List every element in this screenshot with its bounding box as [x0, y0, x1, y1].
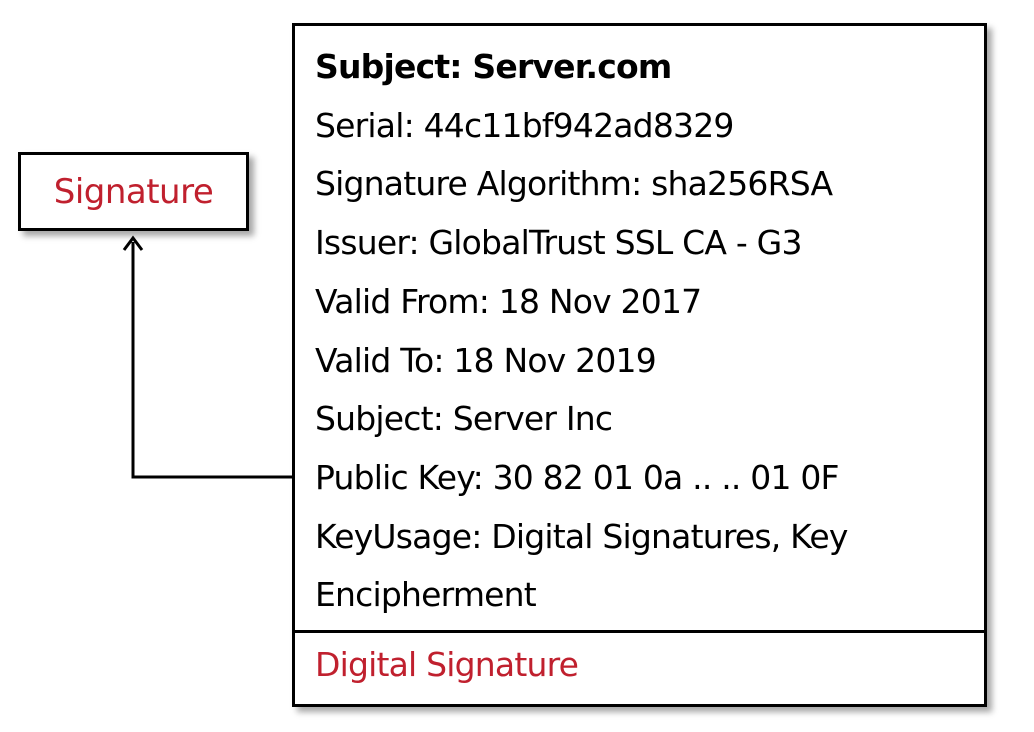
- certificate-fields: Subject: Server.com Serial: 44c11bf942ad…: [315, 38, 974, 625]
- cert-field-valid-to: Valid To: 18 Nov 2019: [315, 340, 657, 380]
- cert-field-signature-algorithm: Signature Algorithm: sha256RSA: [315, 164, 833, 204]
- cert-field-key-usage-cont: Encipherment: [315, 575, 537, 615]
- section-divider: [295, 630, 984, 633]
- digital-signature-label: Digital Signature: [315, 645, 579, 684]
- signature-label: Signature: [53, 171, 214, 212]
- cert-field-issuer: Issuer: GlobalTrust SSL CA - G3: [315, 223, 802, 263]
- cert-field-subject-org: Subject: Server Inc: [315, 399, 613, 439]
- signature-box: Signature: [18, 152, 249, 231]
- connector-line: [131, 242, 294, 479]
- certificate-box: Subject: Server.com Serial: 44c11bf942ad…: [292, 23, 987, 707]
- arrow-head-icon: [122, 235, 144, 251]
- cert-field-serial: Serial: 44c11bf942ad8329: [315, 105, 734, 145]
- cert-field-key-usage: KeyUsage: Digital Signatures, Key: [315, 516, 848, 556]
- cert-field-public-key: Public Key: 30 82 01 0a .. .. 01 0F: [315, 457, 840, 497]
- cert-field-valid-from: Valid From: 18 Nov 2017: [315, 281, 702, 321]
- cert-field-subject: Subject: Server.com: [315, 47, 672, 86]
